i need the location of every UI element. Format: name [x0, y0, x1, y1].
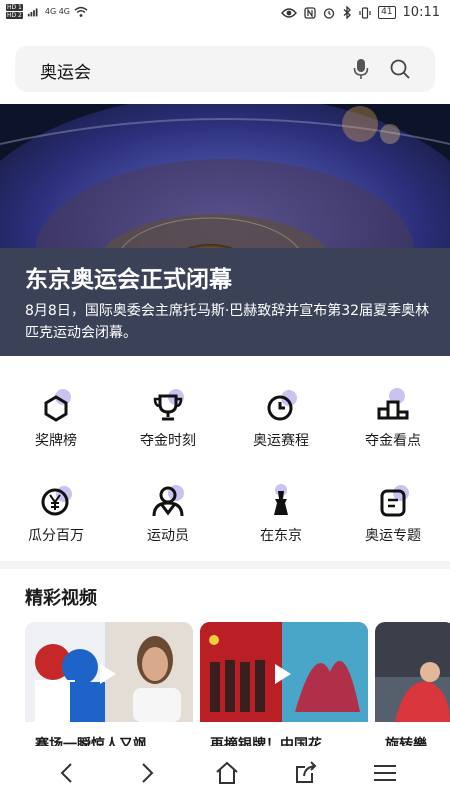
- section-divider: [0, 561, 450, 569]
- clock-icon: [267, 390, 297, 421]
- topic-icon: [380, 485, 409, 517]
- status-bar: HD 1 HD 2 4G 4G 41 10:11: [0, 0, 450, 28]
- wifi-icon: [74, 6, 88, 17]
- nfc-icon: [304, 6, 316, 19]
- back-arrow-icon[interactable]: [54, 760, 80, 786]
- grid-label: 奥运专题: [365, 528, 421, 544]
- eye-icon: [281, 7, 298, 18]
- grid-item-schedule[interactable]: 奥运赛程: [225, 380, 337, 470]
- bluetooth-icon: [343, 6, 352, 19]
- grid-label: 奥运赛程: [253, 433, 309, 449]
- grid-item-athletes[interactable]: 运动员: [112, 475, 224, 565]
- grid-label: 夺金时刻: [140, 433, 196, 449]
- medal-icon: [44, 389, 71, 422]
- hd-badge-1: HD 1: [6, 4, 23, 11]
- video-title: 旋转樂: [385, 737, 427, 746]
- hd-badge-2: HD 2: [6, 12, 23, 19]
- grid-item-gold-moments[interactable]: 夺金时刻: [112, 380, 224, 470]
- trophy-icon: [153, 389, 184, 421]
- grid-label: 奖牌榜: [35, 433, 77, 449]
- video-title: 赛场一瞬惊人又飒: [35, 737, 147, 746]
- signal-icon: [27, 8, 38, 16]
- yen-coin-icon: [41, 486, 72, 516]
- grid-item-share-million[interactable]: 瓜分百万: [0, 475, 112, 565]
- video-card-2[interactable]: 再摘银牌！中国花: [200, 622, 368, 746]
- hero-description: 8月8日，国际奥委会主席托马斯·巴赫致辞并宣布第32届夏季奥林匹克运动会闭幕。: [25, 303, 430, 341]
- microphone-icon[interactable]: [353, 58, 369, 80]
- search-icon[interactable]: [389, 58, 411, 80]
- menu-icon[interactable]: [372, 760, 398, 786]
- video-card-3[interactable]: 旋转樂: [375, 622, 450, 746]
- play-icon[interactable]: [100, 664, 116, 684]
- status-left: HD 1 HD 2 4G 4G: [6, 4, 88, 19]
- grid-label: 在东京: [260, 528, 302, 544]
- vibrate-icon: [359, 6, 371, 19]
- alarm-icon: [323, 7, 335, 19]
- video-card-1[interactable]: 赛场一瞬惊人又飒: [25, 622, 193, 746]
- grid-item-in-tokyo[interactable]: 在东京: [225, 475, 337, 565]
- grid-item-gold-highlights[interactable]: 夺金看点: [337, 380, 449, 470]
- search-bar[interactable]: 奥运会: [15, 46, 435, 92]
- video-thumbnail: [375, 622, 450, 722]
- grid-label: 瓜分百万: [28, 528, 84, 544]
- video-title: 再摘银牌！中国花: [210, 737, 322, 746]
- share-icon[interactable]: [293, 760, 319, 786]
- videos-section-title: 精彩视频: [25, 588, 97, 609]
- status-right: 41 10:11: [281, 5, 440, 20]
- grid-label: 运动员: [147, 528, 189, 544]
- status-time: 10:11: [402, 5, 440, 20]
- tower-icon: [274, 484, 288, 515]
- forward-arrow-icon[interactable]: [134, 760, 160, 786]
- grid-item-olympic-topics[interactable]: 奥运专题: [337, 475, 449, 565]
- search-query[interactable]: 奥运会: [40, 58, 91, 83]
- hd-badges: HD 1 HD 2: [6, 4, 23, 19]
- grid-label: 夺金看点: [365, 433, 421, 449]
- signal-text: 4G 4G: [44, 7, 70, 16]
- podium-icon: [377, 388, 409, 420]
- grid-item-medal-table[interactable]: 奖牌榜: [0, 380, 112, 470]
- athlete-icon: [152, 485, 184, 517]
- battery-level: 41: [378, 6, 396, 19]
- bottom-nav: [0, 746, 450, 800]
- play-icon[interactable]: [275, 664, 291, 684]
- home-icon[interactable]: [214, 760, 240, 786]
- hero-title[interactable]: 东京奥运会正式闭幕: [25, 260, 232, 294]
